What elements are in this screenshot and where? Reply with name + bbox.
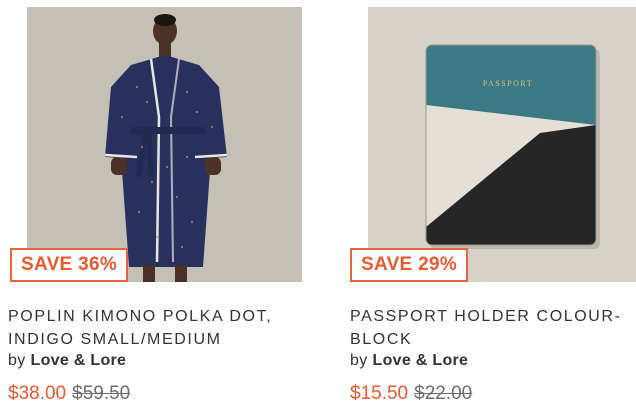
product-title[interactable]: POPLIN KIMONO POLKA DOT, INDIGO SMALL/ME… <box>8 305 308 351</box>
by-label: by <box>8 352 26 369</box>
sale-price: $38.00 <box>8 383 67 404</box>
passport-text: PASSPORT <box>483 79 533 88</box>
original-price: $59.50 <box>72 383 131 404</box>
sale-price: $15.50 <box>350 383 409 404</box>
save-badge: SAVE 29% <box>350 248 469 282</box>
product-image[interactable] <box>27 7 302 282</box>
original-price: $22.00 <box>414 383 473 404</box>
brand-line: by Love & Lore <box>8 352 126 370</box>
save-badge: SAVE 36% <box>10 248 129 282</box>
by-label: by <box>350 352 368 369</box>
price-block: $15.50 $22.00 <box>350 383 472 405</box>
brand-line: by Love & Lore <box>350 352 468 370</box>
brand-name[interactable]: Love & Lore <box>373 352 469 369</box>
kimono-robe-photo-icon <box>27 7 302 282</box>
price-block: $38.00 $59.50 <box>8 383 130 405</box>
brand-name[interactable]: Love & Lore <box>31 352 127 369</box>
product-title[interactable]: PASSPORT HOLDER COLOUR-BLOCK <box>350 305 634 351</box>
product-image[interactable]: PASSPORT <box>368 7 636 282</box>
passport-holder-photo-icon: PASSPORT <box>368 7 636 282</box>
